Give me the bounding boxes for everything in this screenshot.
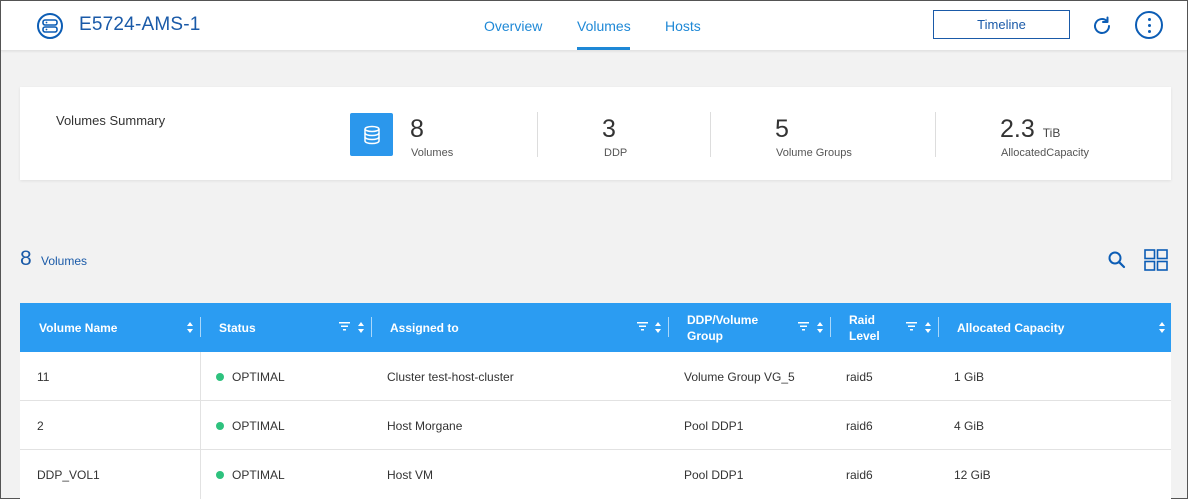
column-separator [200, 317, 201, 337]
column-separator [371, 317, 372, 337]
status-optimal-icon [216, 421, 224, 430]
row-separator [200, 450, 201, 499]
volumes-count: 8 [20, 247, 32, 270]
cell-volume-name: DDP_VOL1 [37, 467, 100, 482]
cell-ddp-volume-group: Pool DDP1 [684, 418, 744, 433]
cell-raid-level: raid5 [846, 369, 873, 384]
filter-icon[interactable] [906, 322, 917, 331]
cell-assigned-to: Cluster test-host-cluster [387, 369, 514, 384]
column-header-volume-name[interactable]: Volume Name [39, 303, 117, 352]
filter-icon[interactable] [637, 322, 648, 331]
stat-ddp-label: DDP [604, 147, 628, 159]
sort-icon[interactable] [925, 322, 931, 333]
cell-allocated-capacity: 12 GiB [954, 467, 991, 482]
column-layout-icon[interactable] [1144, 249, 1168, 271]
column-separator [938, 317, 939, 337]
app-title: E5724-AMS-1 [79, 14, 201, 35]
column-header-assigned-to[interactable]: Assigned to [390, 303, 459, 352]
cell-status: OPTIMAL [216, 450, 285, 499]
filter-icon[interactable] [798, 322, 809, 331]
timeline-button[interactable]: Timeline [933, 10, 1070, 39]
stat-divider [935, 112, 936, 157]
tab-overview[interactable]: Overview [484, 18, 542, 34]
stat-volume-groups-label: Volume Groups [776, 147, 852, 159]
refresh-icon[interactable] [1090, 14, 1114, 38]
column-separator [668, 317, 669, 337]
sort-icon[interactable] [817, 322, 823, 333]
tab-hosts[interactable]: Hosts [665, 18, 701, 34]
sort-icon[interactable] [187, 322, 193, 333]
cell-allocated-capacity: 4 GiB [954, 418, 985, 433]
table-row[interactable]: 2 OPTIMAL Host Morgane Pool DDP1 raid6 4… [20, 401, 1171, 450]
status-optimal-icon [216, 470, 224, 479]
cell-ddp-volume-group: Volume Group VG_5 [684, 369, 795, 384]
row-separator [200, 401, 201, 450]
stat-divider [710, 112, 711, 157]
sort-icon[interactable] [655, 322, 661, 333]
active-tab-indicator [577, 47, 630, 50]
search-icon[interactable] [1107, 250, 1127, 270]
cell-ddp-volume-group: Pool DDP1 [684, 467, 744, 482]
status-optimal-icon [216, 372, 224, 381]
volumes-count-label: Volumes [41, 254, 88, 268]
column-header-status[interactable]: Status [219, 303, 256, 352]
cell-status: OPTIMAL [216, 401, 285, 450]
cell-assigned-to: Host VM [387, 467, 434, 482]
stat-capacity-unit: TiB [1042, 126, 1061, 140]
cell-volume-name: 2 [37, 418, 44, 433]
volumes-table: Volume Name Status Assigned to DDP/Volum… [20, 303, 1171, 499]
cell-volume-name: 11 [37, 369, 50, 384]
tab-volumes[interactable]: Volumes [577, 18, 631, 34]
more-vertical-icon[interactable] [1135, 11, 1163, 39]
sort-icon[interactable] [358, 322, 364, 333]
database-icon [350, 113, 393, 156]
table-header: Volume Name Status Assigned to DDP/Volum… [20, 303, 1171, 352]
row-separator [200, 352, 201, 401]
stat-volumes-label: Volumes [411, 147, 454, 159]
filter-icon[interactable] [339, 322, 350, 331]
cell-allocated-capacity: 1 GiB [954, 369, 985, 384]
stat-capacity-label: AllocatedCapacity [1001, 147, 1090, 159]
cell-raid-level: raid6 [846, 418, 873, 433]
storage-array-icon [37, 13, 63, 39]
volumes-summary-card: Volumes Summary 8 Volumes 3 DDP 5 Volume… [20, 87, 1171, 180]
stat-volumes-value: 8 [410, 115, 424, 143]
summary-title: Volumes Summary [56, 113, 166, 128]
top-bar: E5724-AMS-1 Overview Volumes Hosts Timel… [1, 1, 1187, 51]
cell-status: OPTIMAL [216, 352, 285, 401]
cell-raid-level: raid6 [846, 467, 873, 482]
column-header-allocated-capacity[interactable]: Allocated Capacity [957, 303, 1064, 352]
stat-ddp-value: 3 [602, 115, 616, 143]
stat-capacity-value: 2.3 TiB [1000, 115, 1061, 143]
column-separator [830, 317, 831, 337]
column-header-ddp-volume-group[interactable]: DDP/Volume Group [687, 303, 787, 352]
stat-volume-groups-value: 5 [775, 115, 789, 143]
column-header-raid-level[interactable]: Raid Level [849, 303, 889, 352]
stat-divider [537, 112, 538, 157]
table-row[interactable]: DDP_VOL1 OPTIMAL Host VM Pool DDP1 raid6… [20, 450, 1171, 499]
table-row[interactable]: 11 OPTIMAL Cluster test-host-cluster Vol… [20, 352, 1171, 401]
cell-assigned-to: Host Morgane [387, 418, 463, 433]
sort-icon[interactable] [1159, 322, 1165, 333]
